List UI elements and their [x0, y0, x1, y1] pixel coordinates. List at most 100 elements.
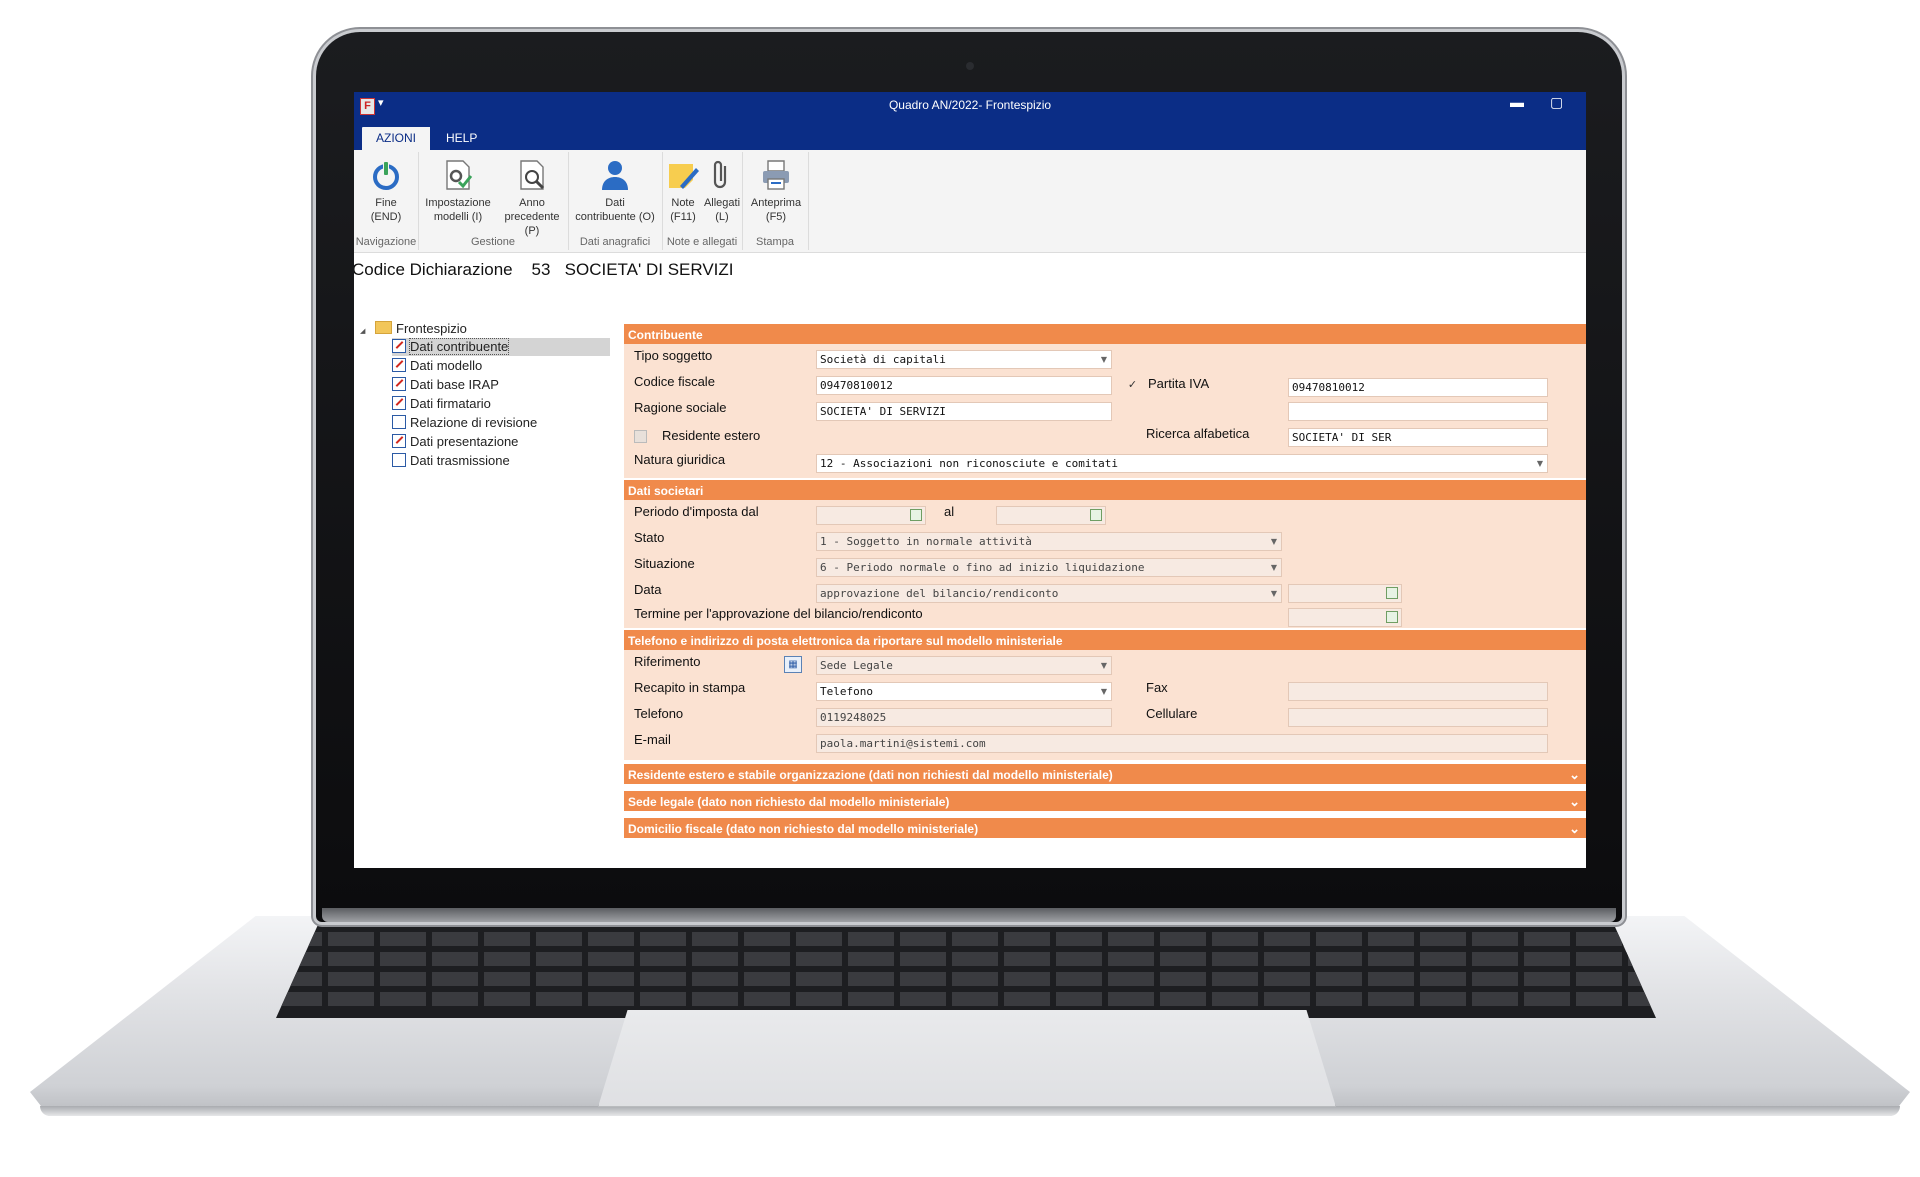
title-bar: F ▾ Quadro AN/2022- Frontespizio ▬ ▢ [354, 92, 1586, 120]
recapito-value: Telefono [820, 685, 873, 698]
tree-item-label: Dati modello [410, 358, 483, 373]
group-label-dati-anagrafici: Dati anagrafici [579, 236, 651, 248]
camera-icon [966, 62, 974, 70]
partita-iva-checkbox[interactable]: ✓ [1126, 379, 1139, 392]
chevron-down-icon[interactable]: ▼ [1267, 533, 1281, 550]
tree-root-frontespizio[interactable]: ◢ Frontespizio [360, 320, 467, 338]
codice-fiscale-field[interactable]: 09470810012 [816, 376, 1112, 395]
ragione-sociale-field[interactable]: SOCIETA' DI SERVIZI [816, 402, 1112, 421]
data-type-select[interactable]: approvazione del bilancio/rendiconto ▼ [816, 584, 1282, 603]
ricerca-alfabetica-field[interactable]: SOCIETA' DI SER [1288, 428, 1548, 447]
impostazione-modelli-button[interactable]: Impostazione modelli (I) [422, 158, 494, 224]
natura-giuridica-select[interactable]: 12 - Associazioni non riconosciute e com… [816, 454, 1548, 473]
tree-expander-icon[interactable]: ◢ [360, 328, 365, 335]
section-domicilio-fiscale-header[interactable]: Domicilio fiscale (dato non richiesto da… [624, 816, 1586, 838]
fax-label: Fax [1146, 680, 1168, 695]
tipo-soggetto-value: Società di capitali [820, 353, 946, 366]
situazione-value: 6 - Periodo normale o fino ad inizio liq… [820, 561, 1145, 574]
ragione-sociale-extra-field[interactable] [1288, 402, 1548, 421]
edited-page-icon [392, 396, 406, 410]
stato-label: Stato [634, 530, 665, 545]
riferimento-lookup-icon[interactable]: ▦ [784, 656, 802, 673]
tab-azioni[interactable]: AZIONI [362, 127, 431, 150]
residente-estero-label: Residente estero [662, 428, 761, 443]
group-label-note-allegati: Note e allegati [666, 236, 738, 248]
riferimento-select[interactable]: Sede Legale ▼ [816, 656, 1112, 675]
telefono-field[interactable]: 0119248025 [816, 708, 1112, 727]
riferimento-label: Riferimento [634, 654, 701, 669]
allegati-button[interactable]: Allegati (L) [702, 158, 742, 224]
tree-item-dati-firmatario[interactable]: Dati firmatario [392, 395, 610, 413]
anteprima-label-2: (F5) [765, 211, 787, 223]
stato-value: 1 - Soggetto in normale attività [820, 535, 1032, 548]
note-button[interactable]: Note (F11) [664, 158, 702, 224]
residente-estero-checkbox[interactable] [634, 430, 647, 443]
tipo-soggetto-select[interactable]: Società di capitali ▼ [816, 350, 1112, 369]
fax-field[interactable] [1288, 682, 1548, 701]
tree-item-dati-presentazione[interactable]: Dati presentazione [392, 433, 610, 451]
partita-iva-field[interactable]: 09470810012 [1288, 378, 1548, 397]
chevron-down-icon[interactable]: ⌄ [1569, 791, 1580, 813]
chevron-down-icon[interactable]: ▼ [1097, 657, 1111, 674]
section-telefono-header[interactable]: Telefono e indirizzo di posta elettronic… [624, 628, 1586, 650]
riferimento-value: Sede Legale [820, 659, 893, 672]
edited-page-icon [392, 434, 406, 448]
recapito-select[interactable]: Telefono ▼ [816, 682, 1112, 701]
section-contribuente-header[interactable]: Contribuente [624, 322, 1586, 344]
chevron-down-icon[interactable]: ▼ [1267, 585, 1281, 602]
section-sede-legale-header[interactable]: Sede legale (dato non richiesto dal mode… [624, 789, 1586, 811]
termine-field[interactable] [1288, 608, 1402, 627]
chevron-down-icon[interactable]: ▼ [1097, 351, 1111, 368]
section-contribuente-body: Tipo soggetto Società di capitali ▼ Codic… [624, 344, 1586, 478]
anteprima-button[interactable]: Anteprima (F5) [746, 158, 806, 224]
tree-item-relazione-revisione[interactable]: Relazione di revisione [392, 414, 610, 432]
allegati-label-1: Allegati [703, 197, 741, 209]
email-field[interactable]: paola.martini@sistemi.com [816, 734, 1548, 753]
email-label: E-mail [634, 732, 671, 747]
tipo-soggetto-label: Tipo soggetto [634, 348, 713, 363]
dati-contribuente-button[interactable]: Dati contribuente (O) [572, 158, 658, 224]
calendar-icon[interactable] [910, 509, 922, 521]
calendar-icon[interactable] [1386, 587, 1398, 599]
section-dati-societari-header[interactable]: Dati societari [624, 478, 1586, 500]
minimize-icon[interactable]: ▬ [1510, 94, 1524, 110]
section-residente-estero-title: Residente estero e stabile organizzazion… [628, 768, 1113, 782]
natura-giuridica-label: Natura giuridica [634, 452, 726, 467]
tree-item-dati-modello[interactable]: Dati modello [392, 357, 610, 375]
anno-precedente-button[interactable]: Anno precedente (P) [496, 158, 568, 238]
group-stampa: Anteprima (F5) Stampa [742, 152, 809, 250]
tree-item-dati-base-irap[interactable]: Dati base IRAP [392, 376, 610, 394]
tree-item-label: Dati presentazione [410, 434, 519, 449]
edited-page-icon [392, 339, 406, 353]
note-icon [669, 164, 699, 189]
tree-item-label: Relazione di revisione [410, 415, 538, 430]
chevron-down-icon[interactable]: ▼ [1533, 455, 1547, 472]
printer-icon [763, 160, 789, 190]
group-label-stampa: Stampa [756, 236, 794, 248]
section-residente-estero-header[interactable]: Residente estero e stabile organizzazion… [624, 762, 1586, 784]
stato-select[interactable]: 1 - Soggetto in normale attività ▼ [816, 532, 1282, 551]
impostazione-label-2: modelli (I) [433, 211, 483, 223]
calendar-icon[interactable] [1386, 611, 1398, 623]
chevron-down-icon[interactable]: ⌄ [1569, 764, 1580, 786]
situazione-select[interactable]: 6 - Periodo normale o fino ad inizio liq… [816, 558, 1282, 577]
data-field[interactable] [1288, 584, 1402, 603]
tree-item-dati-trasmissione[interactable]: Dati trasmissione [392, 452, 610, 470]
tree-item-label: Dati contribuente [408, 338, 510, 355]
laptop-trackpad [598, 1010, 1336, 1107]
note-label-2: (F11) [670, 211, 696, 223]
maximize-icon[interactable]: ▢ [1550, 94, 1563, 111]
tree-item-dati-contribuente[interactable]: Dati contribuente [392, 338, 610, 356]
dati-contribuente-label-1: Dati [605, 197, 625, 209]
chevron-down-icon[interactable]: ▼ [1267, 559, 1281, 576]
power-icon [373, 161, 399, 190]
fine-button[interactable]: Fine (END) [360, 158, 412, 224]
chevron-down-icon[interactable]: ▼ [1097, 683, 1111, 700]
ricerca-alfabetica-label: Ricerca alfabetica [1146, 426, 1250, 441]
anteprima-label-1: Anteprima [750, 197, 802, 209]
tab-help[interactable]: HELP [432, 127, 491, 150]
chevron-down-icon[interactable]: ⌄ [1569, 818, 1580, 840]
cellulare-field[interactable] [1288, 708, 1548, 727]
calendar-icon[interactable] [1090, 509, 1102, 521]
telefono-label: Telefono [634, 706, 684, 721]
